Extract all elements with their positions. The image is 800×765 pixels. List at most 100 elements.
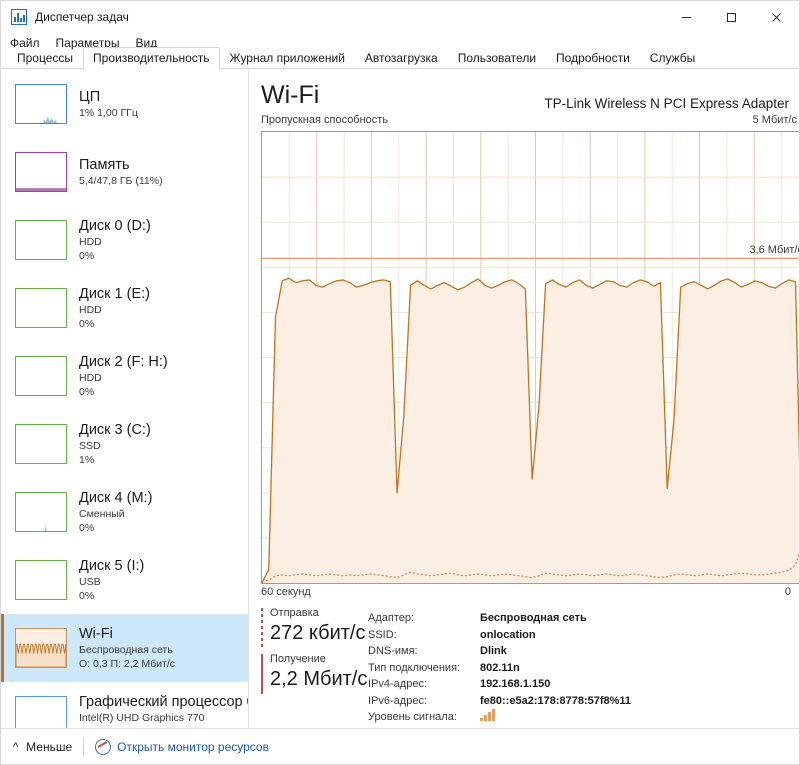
tab-details[interactable]: Подробности xyxy=(546,47,640,69)
sidebar-item-sub1: Intel(R) UHD Graphics 770 xyxy=(79,711,205,724)
open-resource-monitor-link[interactable]: Открыть монитор ресурсов xyxy=(117,740,269,754)
info-value: fe80::e5a2:178:8778:57f8%11 xyxy=(480,694,632,707)
info-key: Тип подключения: xyxy=(368,661,461,674)
sidebar-item-text: Диск 2 (F: H:) HDD 0% xyxy=(79,354,168,399)
close-icon[interactable] xyxy=(754,1,799,33)
sidebar-item-sub2: 0% xyxy=(79,249,95,262)
sidebar-thumbnail-disk4 xyxy=(15,492,67,532)
sidebar-item-disk4[interactable]: Диск 4 (M:) Сменный 0% xyxy=(1,478,248,546)
maximize-icon[interactable] xyxy=(709,1,754,33)
sidebar-item-text: Диск 4 (M:) Сменный 0% xyxy=(79,490,152,535)
sidebar-item-sub2: 0% xyxy=(79,385,95,398)
info-value: 192.168.1.150 xyxy=(480,678,551,690)
sidebar-item-text: Диск 0 (D:) HDD 0% xyxy=(79,218,151,263)
sidebar-item-text: ЦП 1% 1,00 ГГц xyxy=(79,89,138,120)
info-key: IPv4-адрес: xyxy=(368,678,428,690)
receive-label: Получение xyxy=(270,653,326,665)
task-manager-window: Диспетчер задач Файл Параметры Вид Проце… xyxy=(0,0,800,765)
fewer-details-button[interactable]: Меньше xyxy=(26,740,72,754)
info-row: IPv4-адрес: 192.168.1.150 xyxy=(368,676,631,693)
chart-x-left-label: 60 секунд xyxy=(261,586,311,598)
sidebar-thumbnail-memory xyxy=(15,152,67,192)
send-value: 272 кбит/с xyxy=(270,622,366,644)
info-row: IPv6-адрес: fe80::e5a2:178:8778:57f8%11 xyxy=(368,693,631,710)
sidebar-item-label: Диск 2 (F: H:) xyxy=(79,353,168,370)
signal-bars-icon xyxy=(480,709,495,721)
sidebar-item-sub1: SSD xyxy=(79,439,101,452)
sidebar-item-sub1: HDD xyxy=(79,303,102,316)
sidebar-item-disk3[interactable]: Диск 3 (C:) SSD 1% xyxy=(1,410,248,478)
sidebar-item-disk5[interactable]: Диск 5 (I:) USB 0% xyxy=(1,546,248,614)
tab-processes[interactable]: Процессы xyxy=(7,47,83,69)
sidebar-item-text: Диск 1 (E:) HDD 0% xyxy=(79,286,150,331)
sidebar-item-label: Диск 4 (M:) xyxy=(79,489,153,506)
main-header: Wi-Fi TP-Link Wireless N PCI Express Ada… xyxy=(261,80,791,114)
info-row: DNS-имя: Dlink xyxy=(368,643,631,660)
sidebar-item-sub2: 0% xyxy=(79,317,95,330)
sidebar-item-memory[interactable]: Память 5,4/47,8 ГБ (11%) xyxy=(1,138,248,206)
sidebar-thumbnail-wifi xyxy=(15,628,67,668)
sidebar-item-label: Диск 3 (C:) xyxy=(79,421,151,438)
sidebar-thumbnail-cpu xyxy=(15,84,67,124)
sidebar-item-sub2: О: 0,3 П: 2,2 Мбит/с xyxy=(79,657,176,670)
info-key: Уровень сигнала: xyxy=(368,711,457,723)
sidebar-item-label: ЦП xyxy=(79,88,101,105)
window-controls xyxy=(664,1,799,33)
window-title: Диспетчер задач xyxy=(35,10,129,24)
sidebar-item-text: Диск 5 (I:) USB 0% xyxy=(79,558,144,603)
receive-stat: Получение 2,2 Мбит/с xyxy=(261,652,369,694)
info-value: Dlink xyxy=(480,645,507,657)
sidebar-thumbnail-gpu0 xyxy=(15,696,67,728)
footer-bar: ^ Меньше Открыть монитор ресурсов xyxy=(1,728,799,764)
task-manager-icon xyxy=(11,9,27,25)
sidebar-thumbnail-disk3 xyxy=(15,424,67,464)
info-row: Уровень сигнала: xyxy=(368,709,631,726)
throughput-stats: Отправка 272 кбит/с Получение 2,2 Мбит/с xyxy=(261,606,369,698)
sidebar-item-sub2: 1% xyxy=(79,453,95,466)
sidebar-item-cpu[interactable]: ЦП 1% 1,00 ГГц xyxy=(1,70,248,138)
throughput-chart[interactable]: 3,6 Мбит/с xyxy=(261,131,800,584)
chart-caption: Пропускная способность xyxy=(261,114,389,126)
sidebar-item-disk1[interactable]: Диск 1 (E:) HDD 0% xyxy=(1,274,248,342)
sidebar-item-text: Графический процессор 0 Intel(R) UHD Grap… xyxy=(79,694,248,729)
sidebar-item-sub2: 0% xyxy=(79,589,95,602)
info-row: Тип подключения: 802.11n xyxy=(368,660,631,677)
info-key: SSID: xyxy=(368,628,397,641)
tab-services[interactable]: Службы xyxy=(640,47,705,69)
sidebar-item-disk0[interactable]: Диск 0 (D:) HDD 0% xyxy=(1,206,248,274)
sidebar-item-label: Диск 0 (D:) xyxy=(79,217,151,234)
chart-max-label: 5 Мбит/с xyxy=(752,114,797,126)
sidebar-item-label: Wi-Fi xyxy=(79,625,113,642)
sidebar-item-gpu0[interactable]: Графический процессор 0 Intel(R) UHD Grap… xyxy=(1,682,248,728)
tab-users[interactable]: Пользователи xyxy=(448,47,546,69)
info-value: onlocation xyxy=(480,628,536,641)
sidebar-thumbnail-disk5 xyxy=(15,560,67,600)
resource-monitor-icon xyxy=(95,738,112,755)
chevron-up-icon[interactable]: ^ xyxy=(13,741,18,753)
tab-performance[interactable]: Производительность xyxy=(83,47,220,69)
info-key: IPv6-адрес: xyxy=(368,694,428,707)
sidebar-item-text: Память 5,4/47,8 ГБ (11%) xyxy=(79,157,163,188)
chart-reference-label: 3,6 Мбит/с xyxy=(749,244,800,257)
sidebar-item-sub2: 0% xyxy=(79,521,95,534)
send-marker-icon xyxy=(261,608,263,648)
sidebar-item-sub1: 1% 1,00 ГГц xyxy=(79,106,138,119)
sidebar-item-label: Память xyxy=(79,156,130,173)
performance-main-panel: Wi-Fi TP-Link Wireless N PCI Express Ada… xyxy=(250,70,799,728)
sidebar-item-sub1: HDD xyxy=(79,235,102,248)
receive-marker-icon xyxy=(261,654,263,694)
sidebar-thumbnail-disk1 xyxy=(15,288,67,328)
tab-startup[interactable]: Автозагрузка xyxy=(355,47,448,69)
minimize-icon[interactable] xyxy=(664,1,709,33)
send-label: Отправка xyxy=(270,607,319,619)
tab-app-history[interactable]: Журнал приложений xyxy=(220,47,355,69)
performance-sidebar[interactable]: ЦП 1% 1,00 ГГц Память 5,4/47,8 ГБ (11%) Диск… xyxy=(1,70,249,728)
sidebar-item-sub1: Сменный xyxy=(79,507,125,520)
info-key: Адаптер: xyxy=(368,612,415,624)
sidebar-thumbnail-disk0 xyxy=(15,220,67,260)
sidebar-item-wifi[interactable]: Wi-Fi Беспроводная сеть О: 0,3 П: 2,2 Мбит… xyxy=(1,614,248,682)
info-key: DNS-имя: xyxy=(368,645,418,657)
sidebar-item-disk2[interactable]: Диск 2 (F: H:) HDD 0% xyxy=(1,342,248,410)
title-bar: Диспетчер задач xyxy=(1,1,799,33)
adapter-info-table: Адаптер: Беспроводная сеть SSID: onlocation… xyxy=(368,610,631,726)
